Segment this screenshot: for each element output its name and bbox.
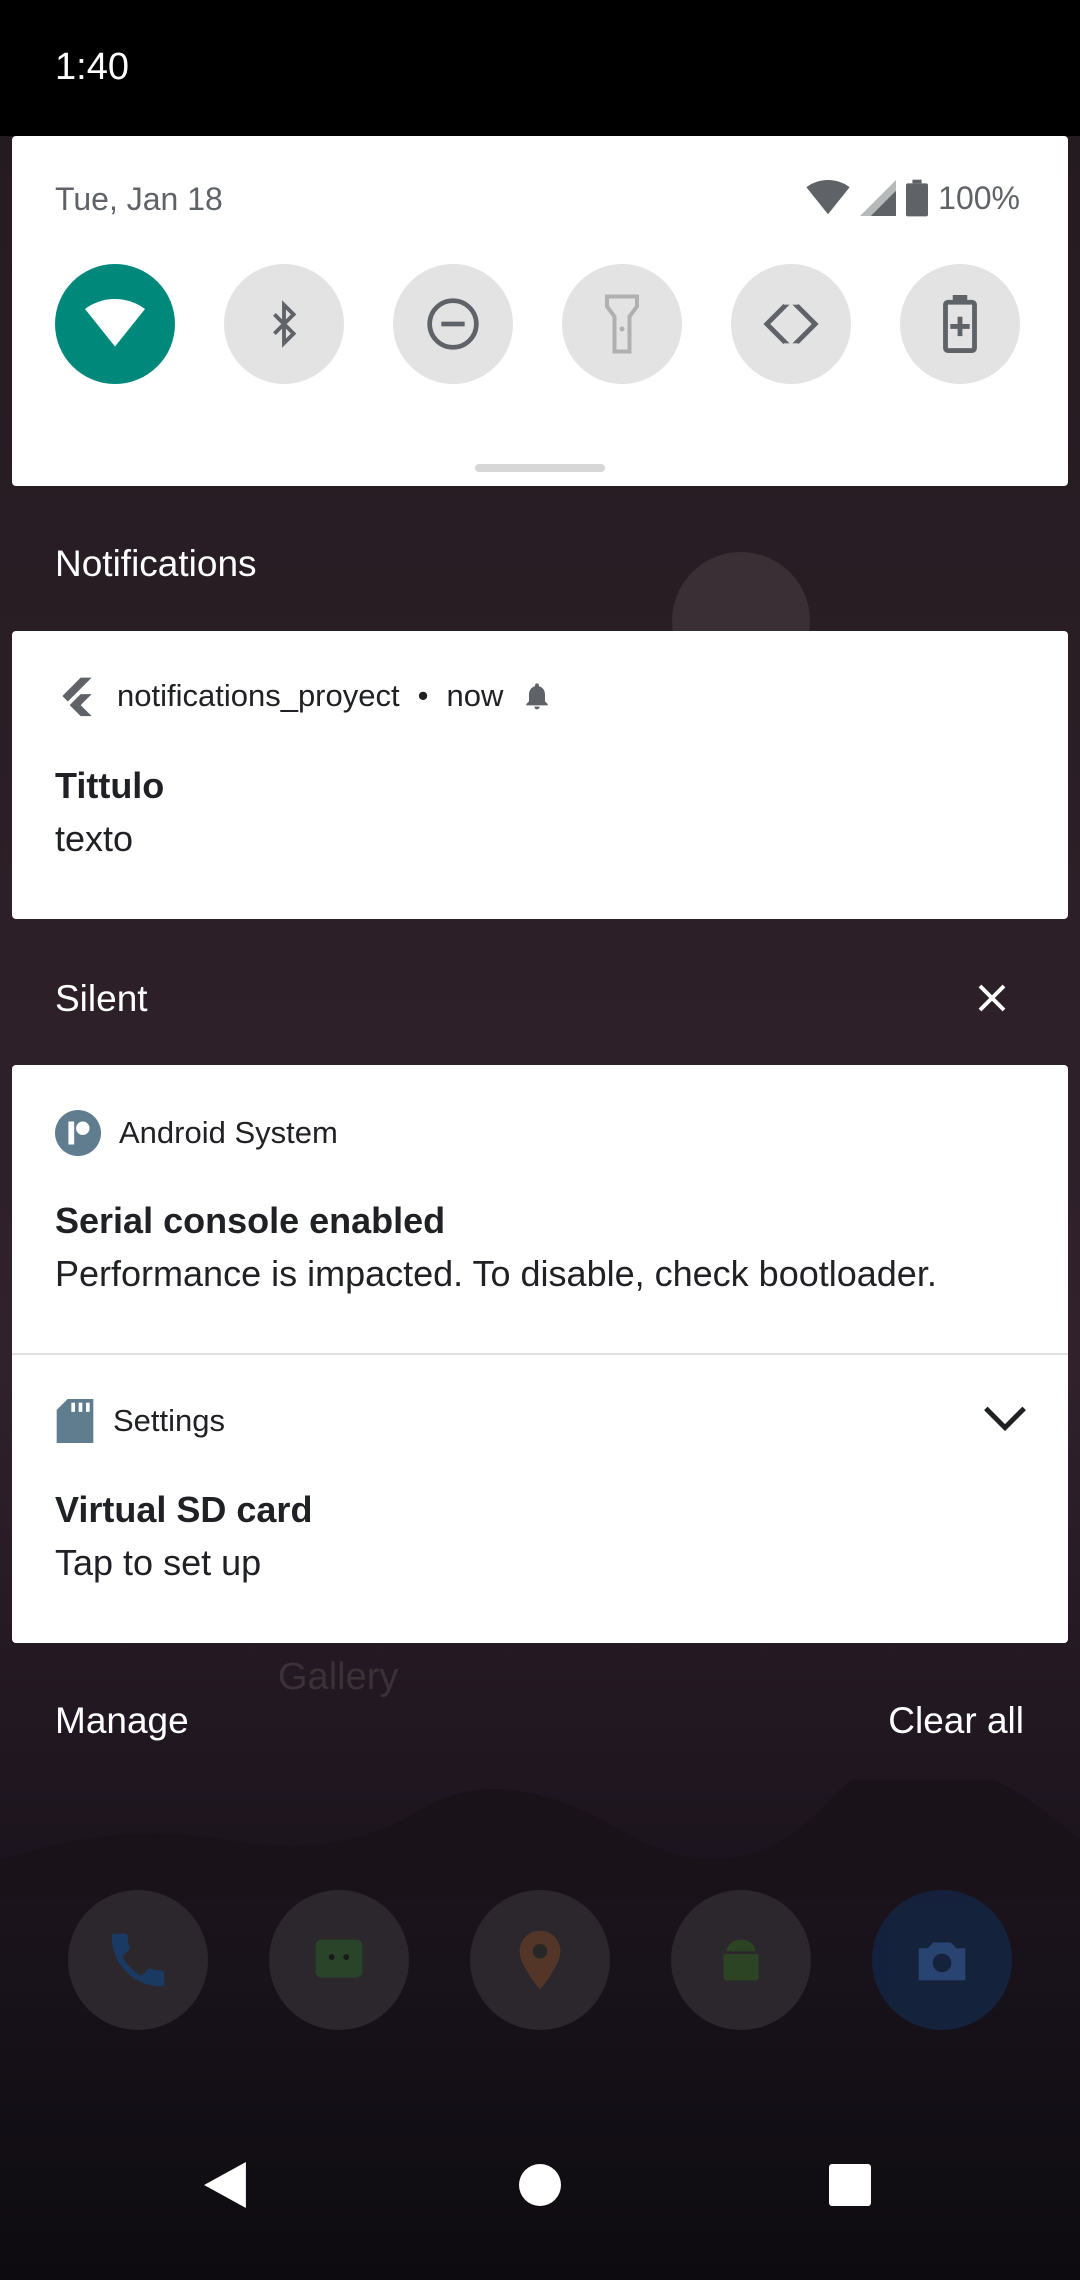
notification-text: Tap to set up <box>55 1542 262 1583</box>
silent-header: Silent <box>55 978 148 1019</box>
silent-notifications-card: Android System Serial console enabled Pe… <box>12 1065 1068 1643</box>
home-button[interactable] <box>505 2150 575 2220</box>
notification-time: now <box>446 678 504 713</box>
separator-dot: • <box>417 678 429 713</box>
gallery-label: Gallery <box>278 1656 399 1698</box>
notification-android-system[interactable]: Android System Serial console enabled Pe… <box>12 1065 1068 1355</box>
battery-percentage: 100% <box>938 179 1020 216</box>
auto-rotate-icon <box>763 295 819 353</box>
wifi-tile[interactable] <box>55 264 175 384</box>
flashlight-tile[interactable] <box>562 264 682 384</box>
cell-signal-icon <box>860 180 897 216</box>
do-not-disturb-tile[interactable] <box>393 264 513 384</box>
bluetooth-icon <box>273 300 297 348</box>
status-bar: 1:40 <box>0 0 1080 136</box>
maps-app-icon <box>470 1890 610 2030</box>
phone-app-icon <box>68 1890 208 2030</box>
flashlight-icon <box>605 294 639 354</box>
manage-button[interactable]: Manage <box>55 1700 189 1742</box>
notification-title: Virtual SD card <box>55 1489 313 1530</box>
navigation-bar <box>0 2150 1080 2280</box>
battery-saver-icon <box>943 295 977 353</box>
battery-saver-tile[interactable] <box>900 264 1020 384</box>
chevron-down-icon[interactable] <box>982 1403 1028 1433</box>
notification-app-row: notifications_proyect • now <box>55 673 553 719</box>
do-not-disturb-icon <box>427 298 479 350</box>
clear-all-button[interactable]: Clear all <box>888 1700 1024 1742</box>
home-icon <box>519 2164 561 2206</box>
notification-card[interactable]: notifications_proyect • now Tittulo text… <box>12 631 1068 919</box>
app-name: Settings <box>113 1403 226 1438</box>
mountain-silhouette <box>0 1780 1080 1900</box>
notification-text: Performance is impacted. To disable, che… <box>55 1253 937 1294</box>
notification-app-row: Settings <box>55 1399 225 1443</box>
app-name: Android System <box>119 1115 338 1150</box>
recents-icon <box>829 2164 871 2206</box>
sd-card-icon <box>56 1399 94 1443</box>
bell-icon <box>526 683 549 710</box>
recents-button[interactable] <box>815 2150 885 2220</box>
messages-app-icon <box>269 1890 409 2030</box>
android-app-icon <box>671 1890 811 2030</box>
quick-settings-drag-handle[interactable] <box>475 464 605 472</box>
back-button[interactable] <box>190 2150 260 2220</box>
wifi-signal-icon <box>806 180 850 215</box>
app-name: notifications_proyect <box>117 678 400 713</box>
notification-settings[interactable]: Settings Virtual SD card Tap to set up <box>12 1355 1068 1643</box>
notification-title: Serial console enabled <box>55 1200 446 1241</box>
date-label: Tue, Jan 18 <box>55 181 223 217</box>
wifi-icon <box>85 299 145 347</box>
auto-rotate-tile[interactable] <box>731 264 851 384</box>
dock <box>68 1890 1012 2030</box>
camera-app-icon <box>872 1890 1012 2030</box>
notification-app-row: Android System <box>55 1110 338 1156</box>
bluetooth-tile[interactable] <box>224 264 344 384</box>
notification-title: Tittulo <box>55 765 165 806</box>
system-status-icons: 100% <box>806 178 1020 218</box>
notification-text: texto <box>55 818 134 859</box>
android-system-icon <box>55 1110 101 1156</box>
battery-icon <box>906 179 929 217</box>
flutter-app-icon <box>62 677 92 717</box>
notifications-header: Notifications <box>55 543 257 584</box>
clock: 1:40 <box>55 46 129 88</box>
quick-settings-panel: Tue, Jan 18 100% <box>12 136 1068 486</box>
back-icon <box>204 2162 246 2208</box>
close-icon[interactable] <box>974 980 1010 1016</box>
